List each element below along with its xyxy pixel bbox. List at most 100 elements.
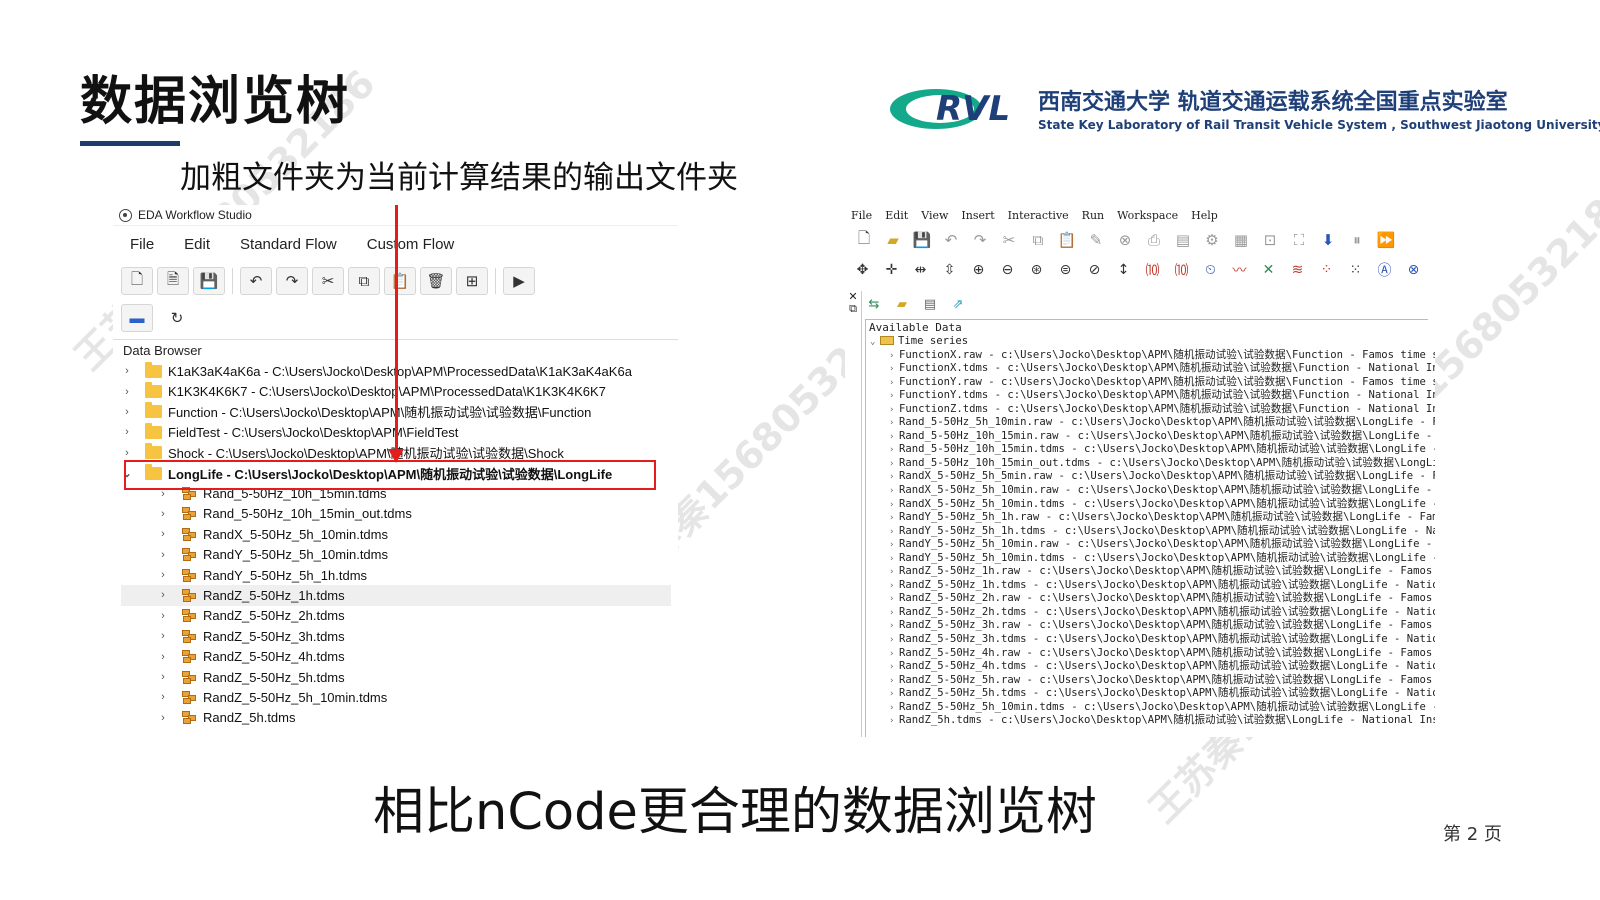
chevron-right-icon[interactable]: › [889,593,899,607]
time-series-node[interactable]: ⌄ Time series [866,335,1428,349]
move-icon[interactable]: ✥ [849,258,876,282]
chevron-right-icon[interactable]: › [889,702,899,716]
timer-icon[interactable]: ⏲ [1197,258,1224,282]
chevron-right-icon[interactable]: › [889,350,899,364]
chevron-down-icon[interactable]: ⌄ [870,336,880,350]
data-item[interactable]: › RandX_5-50Hz_5h_10min.raw - c:\Users\Jo… [866,484,1435,498]
data-item[interactable]: › RandZ_5-50Hz_4h.raw - c:\Users\Jocko\De… [866,647,1435,662]
chevron-right-icon[interactable]: › [157,651,169,663]
chevron-right-icon[interactable]: › [889,458,899,472]
chevron-right-icon[interactable]: › [157,630,169,642]
fit-icon[interactable]: ⛶ [1286,228,1312,252]
tree-file[interactable]: › RandZ_5-50Hz_3h.tdms [121,626,671,646]
overlay-plot-icon[interactable]: ≋ [1284,258,1311,282]
arrow-down-icon[interactable]: ⬇ [1315,228,1341,252]
chevron-right-icon[interactable]: › [157,508,169,520]
chevron-right-icon[interactable]: › [121,365,133,377]
data-item[interactable]: › FunctionY.tdms - c:\Users\Jocko\Desktop… [866,389,1435,403]
chevron-right-icon[interactable]: › [889,444,899,458]
paste-icon[interactable]: 📋 [1054,228,1080,252]
chevron-right-icon[interactable]: › [889,620,899,634]
data-item[interactable]: › RandZ_5-50Hz_5h.raw - c:\Users\Jocko\De… [866,674,1435,689]
menu-workspace[interactable]: Workspace [1117,209,1178,222]
data-item[interactable]: › RandY_5-50Hz_5h_10min.raw - c:\Users\Jo… [866,538,1435,553]
print-icon[interactable]: ⎙ [1141,228,1167,252]
chevron-right-icon[interactable]: › [121,447,133,459]
chevron-right-icon[interactable]: › [889,648,899,662]
fast-forward-icon[interactable]: ⏩ [1373,228,1399,252]
menu-file[interactable]: File [851,209,872,222]
tree-file[interactable]: › RandZ_5-50Hz_4h.tdms [121,646,671,666]
zoom-reset-icon[interactable]: ⊘ [1081,258,1108,282]
delete-button[interactable]: 🗑 [420,267,452,295]
chevron-right-icon[interactable]: › [889,580,899,594]
tree-file[interactable]: › RandX_5-50Hz_5h_10min.tdms [121,524,671,544]
cut-button[interactable]: ✂ [312,267,344,295]
chevron-right-icon[interactable]: › [889,715,899,729]
menu-interactive[interactable]: Interactive [1008,209,1069,222]
data-item[interactable]: › RandZ_5-50Hz_5h.tdms - c:\Users\Jocko\D… [866,687,1435,701]
copy-button[interactable]: ⧉ [348,267,380,295]
log-y-icon[interactable]: ⑽ [1168,258,1195,282]
open-flow-button[interactable]: 🗎 [157,267,189,295]
data-item[interactable]: › RandX_5-50Hz_5h_5min.raw - c:\Users\Joc… [866,470,1435,484]
tree-file[interactable]: › RandZ_5-50Hz_5h_10min.tdms [121,687,671,707]
settings-icon[interactable]: ⚙ [1199,228,1225,252]
menu-run[interactable]: Run [1082,209,1104,222]
tree-file[interactable]: › RandY_5-50Hz_5h_1h.tdms [121,565,671,585]
chevron-right-icon[interactable]: › [889,675,899,689]
chevron-right-icon[interactable]: › [889,512,899,526]
menu-edit[interactable]: Edit [885,209,908,222]
none-icon[interactable]: ⊗ [1400,258,1427,282]
data-item[interactable]: › RandZ_5-50Hz_3h.tdms - c:\Users\Jocko\D… [866,633,1435,648]
data-item[interactable]: › RandZ_5-50Hz_1h.raw - c:\Users\Jocko\De… [866,565,1435,579]
chevron-right-icon[interactable]: › [157,691,169,703]
flow-settings-button[interactable]: ⊞ [456,267,488,295]
data-item[interactable]: › RandY_5-50Hz_5h_10min.tdms - c:\Users\J… [866,552,1435,566]
chevron-right-icon[interactable]: › [889,499,899,513]
chevron-right-icon[interactable]: › [121,386,133,398]
zoom-y-icon[interactable]: ⊜ [1052,258,1079,282]
folder-icon[interactable]: ▰ [893,295,911,313]
data-item[interactable]: › RandY_5-50Hz_5h_1h.tdms - c:\Users\Jock… [866,525,1435,540]
menu-help[interactable]: Help [1191,209,1218,222]
chevron-right-icon[interactable]: › [121,426,133,438]
crosshair-icon[interactable]: ✛ [878,258,905,282]
chevron-right-icon[interactable]: › [157,569,169,581]
chevron-right-icon[interactable]: › [889,404,899,418]
tree-file[interactable]: › RandZ_5-50Hz_5h.tdms [121,667,671,687]
chevron-right-icon[interactable]: › [157,549,169,561]
tree-file[interactable]: › RandZ_5h.tdms [121,708,671,728]
chevron-right-icon[interactable]: › [889,526,899,540]
data-item[interactable]: › RandZ_5-50Hz_1h.tdms - c:\Users\Jocko\D… [866,579,1435,594]
chevron-right-icon[interactable]: › [889,377,899,391]
chevron-right-icon[interactable]: › [889,634,899,648]
undo-icon[interactable]: ↶ [938,228,964,252]
tree-file[interactable]: › RandZ_5-50Hz_2h.tdms [121,606,671,626]
brush-icon[interactable]: ✎ [1083,228,1109,252]
layout-icon[interactable]: ▦ [1228,228,1254,252]
data-item[interactable]: › RandZ_5-50Hz_2h.raw - c:\Users\Jocko\De… [866,592,1435,607]
float-icon[interactable]: ⧉ [845,303,861,315]
link-icon[interactable]: ⇆ [865,295,883,313]
cross-plot-icon[interactable]: ✕ [1255,258,1282,282]
data-item[interactable]: › RandZ_5h.tdms - c:\Users\Jocko\Desktop\… [866,714,1435,729]
cut-icon[interactable]: ✂ [996,228,1022,252]
new-flow-button[interactable]: 🗋 [121,267,153,295]
save-icon[interactable]: 💾 [909,228,935,252]
paste-button[interactable]: 📋 [384,267,416,295]
tree-file[interactable]: › RandY_5-50Hz_5h_10min.tdms [121,545,671,565]
chevron-right-icon[interactable]: › [889,539,899,553]
open-folder-icon[interactable]: ▰ [880,228,906,252]
chevron-right-icon[interactable]: › [157,528,169,540]
open-folder-button[interactable]: ▬ [121,304,153,332]
run-button[interactable]: ▶ [503,267,535,295]
redo-icon[interactable]: ↷ [967,228,993,252]
chevron-right-icon[interactable]: › [889,661,899,675]
menu-view[interactable]: View [921,209,948,222]
export-icon[interactable]: ⇗ [949,295,967,313]
zoom-in-icon[interactable]: ⊕ [965,258,992,282]
undo-button[interactable]: ↶ [240,267,272,295]
grid-dots-icon[interactable]: ⁙ [1342,258,1369,282]
redo-button[interactable]: ↷ [276,267,308,295]
